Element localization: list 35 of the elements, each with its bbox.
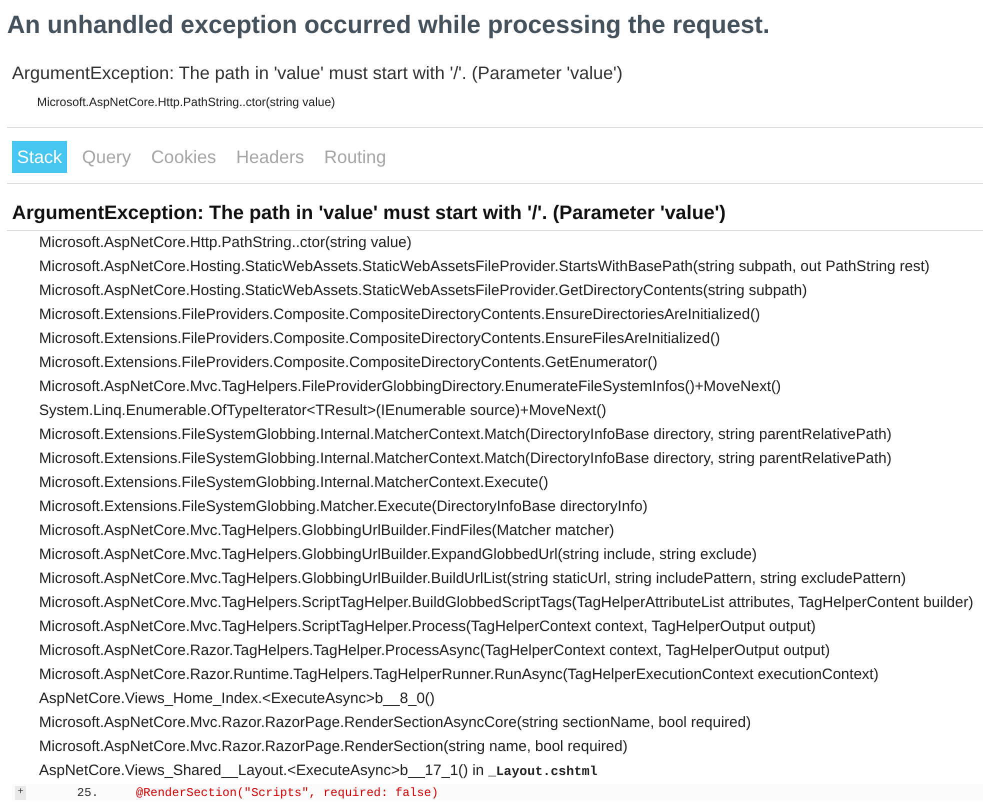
stack-frame: Microsoft.AspNetCore.Hosting.StaticWebAssets.StaticWebAssetsFileProvider.GetDirectoryContents(string subpath) [39, 279, 808, 303]
tab[interactable]: Headers [231, 141, 310, 173]
stack-frame: Microsoft.AspNetCore.Mvc.TagHelpers.ScriptTagHelper.Process(TagHelperContext context, TagHelperOutput output) [39, 615, 816, 639]
tab[interactable]: Query [77, 141, 136, 173]
stack-frame: Microsoft.AspNetCore.Mvc.TagHelpers.GlobbingUrlBuilder.FindFiles(Matcher matcher) [39, 519, 614, 543]
stack-frame: Microsoft.AspNetCore.Mvc.Razor.RazorPage.RenderSection(string name, bool required) [39, 735, 628, 759]
stack-frame: AspNetCore.Views_Home_Index.<ExecuteAsync>b__8_0() [39, 687, 435, 711]
exception-heading: ArgumentException: The path in 'value' must start with '/'. (Parameter 'value') [7, 184, 983, 231]
stack-frame: Microsoft.AspNetCore.Mvc.TagHelpers.GlobbingUrlBuilder.BuildUrlList(string staticUrl, string includePattern, string excludePattern) [39, 567, 906, 591]
source-code-line: @RenderSection("Scripts", required: false) [136, 786, 438, 800]
stack-frame: Microsoft.AspNetCore.Mvc.TagHelpers.ScriptTagHelper.BuildGlobbedScriptTags(TagHelperAttributeList attributes, TagHelperContent builder) [39, 591, 974, 615]
stack-frame: AspNetCore.Views_Shared__Layout.<ExecuteAsync>b__17_1() in _Layout.cshtml [39, 759, 598, 784]
stack-frame: Microsoft.AspNetCore.Hosting.StaticWebAssets.StaticWebAssetsFileProvider.StartsWithBasePath(string subpath, out PathString rest) [39, 255, 930, 279]
stack-frame: Microsoft.AspNetCore.Razor.Runtime.TagHelpers.TagHelperRunner.RunAsync(TagHelperExecutionContext executionContext) [39, 663, 879, 687]
stack-frame: Microsoft.Extensions.FileSystemGlobbing.Internal.MatcherContext.Match(DirectoryInfoBase directory, string parentRelativePath) [39, 423, 892, 447]
exception-message: ArgumentException: The path in 'value' must start with '/'. (Parameter 'value') [12, 62, 624, 85]
stack-frame: Microsoft.Extensions.FileSystemGlobbing.Matcher.Execute(DirectoryInfoBase directoryInfo) [39, 495, 648, 519]
line-number: 25. [77, 786, 100, 800]
stack-frame: Microsoft.AspNetCore.Razor.TagHelpers.TagHelper.ProcessAsync(TagHelperContext context, TagHelperOutput output) [39, 639, 830, 663]
stack-frame: Microsoft.AspNetCore.Http.PathString..ctor(string value) [39, 231, 412, 255]
tab[interactable]: Routing [319, 141, 392, 173]
stack-frame: Microsoft.AspNetCore.Mvc.Razor.RazorPage.RenderSectionAsyncCore(string sectionName, bool required) [39, 711, 751, 735]
stack-frame: Microsoft.AspNetCore.Mvc.TagHelpers.GlobbingUrlBuilder.ExpandGlobbedUrl(string include, string exclude) [39, 543, 757, 567]
tab[interactable]: Cookies [146, 141, 222, 173]
stack-frame: Microsoft.Extensions.FileProviders.Composite.CompositeDirectoryContents.EnsureDirectoriesAreInitialized() [39, 303, 760, 327]
stack-frame: Microsoft.Extensions.FileProviders.Composite.CompositeDirectoryContents.GetEnumerator() [39, 351, 658, 375]
tab[interactable]: Stack [12, 141, 68, 173]
stack-frame: Microsoft.Extensions.FileSystemGlobbing.Internal.MatcherContext.Match(DirectoryInfoBase directory, string parentRelativePath) [39, 447, 892, 471]
page-title: An unhandled exception occurred while processing the request. [7, 10, 771, 40]
stack-frame: Microsoft.Extensions.FileProviders.Composite.CompositeDirectoryContents.EnsureFilesAreInitialized() [39, 327, 720, 351]
stack-frame: Microsoft.Extensions.FileSystemGlobbing.Internal.MatcherContext.Execute() [39, 471, 548, 495]
stack-frame: Microsoft.AspNetCore.Mvc.TagHelpers.FileProviderGlobbingDirectory.EnumerateFileSystemInfos()+MoveNext() [39, 375, 782, 399]
expand-button[interactable]: + [15, 786, 26, 800]
exception-location: Microsoft.AspNetCore.Http.PathString..ctor(string value) [37, 94, 336, 110]
stack-frame: System.Linq.Enumerable.OfTypeIterator<TResult>(IEnumerable source)+MoveNext() [39, 399, 606, 423]
